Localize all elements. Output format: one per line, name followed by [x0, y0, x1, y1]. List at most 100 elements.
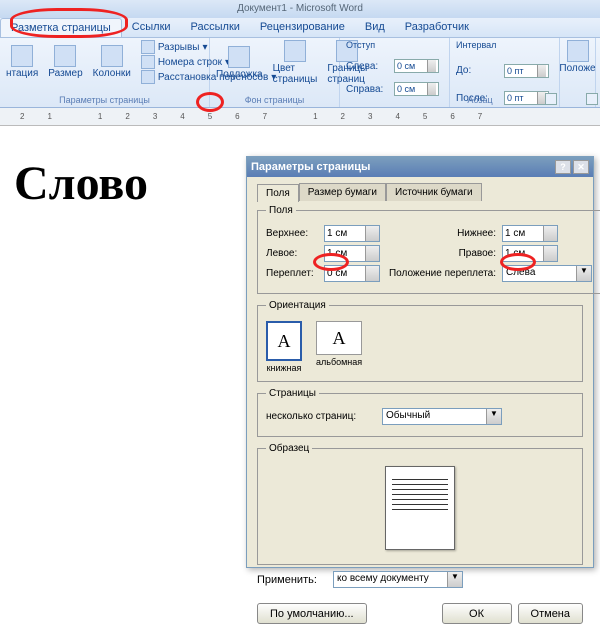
indent-right-value: 0 см — [397, 84, 415, 94]
cancel-button[interactable]: Отмена — [518, 603, 583, 624]
tab-developer[interactable]: Разработчик — [395, 18, 479, 37]
sample-fieldset: Образец — [257, 443, 583, 565]
gutter-pos-value: Слева — [503, 266, 576, 281]
page-color-label: Цвет страницы — [273, 63, 318, 85]
apply-to-label: Применить: — [257, 574, 327, 586]
dialog-titlebar[interactable]: Параметры страницы ? ✕ — [247, 157, 593, 177]
paragraph-launcher[interactable] — [545, 93, 557, 105]
margin-top-label: Верхнее: — [266, 228, 318, 239]
position-label: Положе — [559, 63, 595, 74]
multi-pages-value: Обычный — [383, 409, 486, 424]
dlg-tab-margins[interactable]: Поля — [257, 184, 299, 202]
margin-bottom-label: Нижнее: — [386, 228, 496, 239]
multi-pages-combo[interactable]: Обычный▼ — [382, 408, 502, 425]
group-spacing: Интервал До:0 пт После:0 пт Абзац — [450, 38, 560, 107]
spinner-buttons[interactable] — [537, 65, 546, 77]
page-color-icon[interactable] — [284, 40, 306, 62]
dialog-tabs: Поля Размер бумаги Источник бумаги — [257, 183, 583, 201]
spacing-before-value: 0 пт — [507, 66, 524, 76]
group-paragraph-label: Абзац — [400, 95, 560, 105]
ribbon: нтация Размер Колонки Разрывы ▾ Номера с… — [0, 38, 600, 108]
page-setup-dialog: Параметры страницы ? ✕ Поля Размер бумаг… — [246, 156, 594, 568]
page-setup-launcher[interactable] — [586, 93, 598, 105]
indent-left-spinner[interactable]: 0 см — [394, 59, 439, 73]
spinner-buttons[interactable] — [427, 83, 436, 95]
group-page-background: Подложка Цвет страницы Границы страниц Ф… — [210, 38, 340, 107]
apply-to-combo[interactable]: ко всему документу▼ — [333, 571, 463, 588]
spinner-buttons[interactable] — [365, 266, 379, 281]
dialog-title-text: Параметры страницы — [251, 161, 370, 173]
chevron-down-icon[interactable]: ▼ — [486, 409, 501, 424]
orientation-fieldset: Ориентация Aкнижная Aальбомная — [257, 300, 583, 382]
chevron-down-icon[interactable]: ▼ — [447, 572, 462, 587]
tab-page-layout[interactable]: Разметка страницы — [0, 18, 122, 37]
margin-left-spinner[interactable] — [324, 245, 380, 262]
apply-to-value: ко всему документу — [334, 572, 447, 587]
margin-left-input[interactable] — [325, 246, 365, 261]
breaks-icon — [141, 40, 155, 54]
margin-top-spinner[interactable] — [324, 225, 380, 242]
spinner-buttons[interactable] — [543, 226, 557, 241]
orientation-landscape[interactable]: Aальбомная — [316, 321, 362, 373]
spinner-buttons[interactable] — [365, 246, 379, 261]
size-icon[interactable] — [54, 45, 76, 67]
chevron-down-icon[interactable]: ▼ — [576, 266, 591, 281]
spinner-buttons[interactable] — [365, 226, 379, 241]
dlg-tab-source[interactable]: Источник бумаги — [386, 183, 482, 201]
portrait-icon: A — [266, 321, 302, 361]
default-button[interactable]: По умолчанию... — [257, 603, 367, 624]
margin-right-label: Правое: — [386, 248, 496, 259]
ok-button[interactable]: ОК — [442, 603, 512, 624]
ribbon-tabs: Разметка страницы Ссылки Рассылки Реценз… — [0, 18, 600, 38]
portrait-label: книжная — [267, 363, 302, 373]
close-button[interactable]: ✕ — [573, 160, 589, 174]
tab-references[interactable]: Ссылки — [122, 18, 181, 37]
sample-legend: Образец — [266, 443, 312, 454]
margin-right-input[interactable] — [503, 246, 543, 261]
margin-right-spinner[interactable] — [502, 245, 558, 262]
indent-left-label: Слева: — [346, 61, 390, 72]
tab-view[interactable]: Вид — [355, 18, 395, 37]
ruler[interactable]: 2112345671234567 — [0, 108, 600, 126]
gutter-pos-combo[interactable]: Слева▼ — [502, 265, 592, 282]
watermark-icon[interactable] — [228, 46, 250, 68]
help-button[interactable]: ? — [555, 160, 571, 174]
hyphen-icon — [141, 70, 155, 84]
indent-right-spinner[interactable]: 0 см — [394, 82, 439, 96]
orientation-label: нтация — [6, 68, 38, 79]
landscape-icon: A — [316, 321, 362, 355]
gutter-pos-label: Положение переплета: — [386, 268, 496, 279]
margin-bottom-spinner[interactable] — [502, 225, 558, 242]
position-icon[interactable] — [567, 40, 589, 62]
orientation-portrait[interactable]: Aкнижная — [266, 321, 302, 373]
gutter-label: Переплет: — [266, 268, 318, 279]
tab-mailings[interactable]: Рассылки — [181, 18, 250, 37]
spinner-buttons[interactable] — [427, 60, 436, 72]
spinner-buttons[interactable] — [543, 246, 557, 261]
dlg-tab-paper[interactable]: Размер бумаги — [299, 183, 386, 201]
spacing-before-spinner[interactable]: 0 пт — [504, 64, 549, 78]
margin-left-label: Левое: — [266, 248, 318, 259]
gutter-spinner[interactable] — [324, 265, 380, 282]
pages-fieldset: Страницы несколько страниц: Обычный▼ — [257, 388, 583, 437]
group-page-setup-label: Параметры страницы — [6, 95, 203, 105]
tab-review[interactable]: Рецензирование — [250, 18, 355, 37]
group-page-setup: нтация Размер Колонки Разрывы ▾ Номера с… — [0, 38, 210, 107]
orientation-legend: Ориентация — [266, 300, 329, 311]
columns-icon[interactable] — [101, 45, 123, 67]
group-page-bg-label: Фон страницы — [216, 95, 333, 105]
orientation-icon[interactable] — [11, 45, 33, 67]
margins-legend: Поля — [266, 205, 296, 216]
spacing-before-label: До: — [456, 65, 500, 76]
spacing-title: Интервал — [456, 40, 553, 50]
linenum-icon — [141, 55, 155, 69]
indent-title: Отступ — [346, 40, 443, 50]
landscape-label: альбомная — [316, 357, 362, 367]
gutter-input[interactable] — [325, 266, 365, 281]
indent-left-value: 0 см — [397, 61, 415, 71]
size-label: Размер — [48, 68, 82, 79]
watermark-label: Подложка — [216, 69, 263, 80]
pages-legend: Страницы — [266, 388, 319, 399]
margin-bottom-input[interactable] — [503, 226, 543, 241]
margin-top-input[interactable] — [325, 226, 365, 241]
